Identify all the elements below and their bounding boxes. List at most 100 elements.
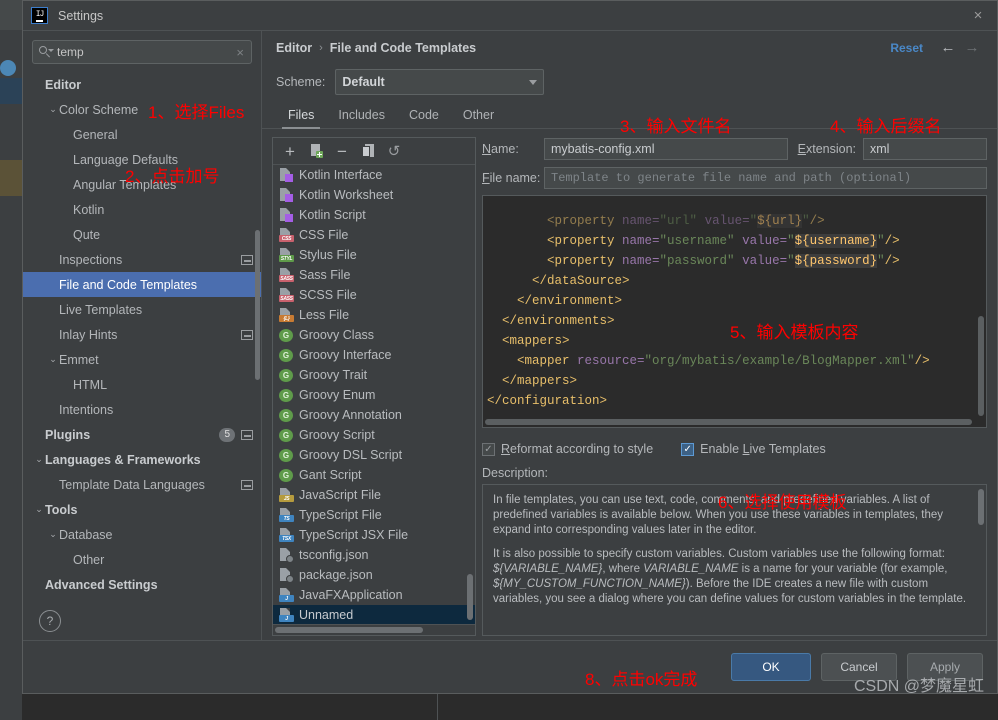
apply-button[interactable]: Apply bbox=[907, 653, 983, 681]
template-code-editor[interactable]: <property name="url" value="${url}"/> <p… bbox=[482, 195, 987, 428]
code-token: <property bbox=[547, 253, 615, 268]
template-list-hscrollbar[interactable] bbox=[273, 624, 475, 635]
template-list-item[interactable]: G Groovy Trait bbox=[273, 365, 475, 385]
template-list-item-label: CSS File bbox=[299, 228, 349, 242]
tab-other[interactable]: Other bbox=[451, 105, 506, 128]
template-list-item[interactable]: Kotlin Worksheet bbox=[273, 185, 475, 205]
sidebar-item-angular-templates[interactable]: Angular Templates bbox=[23, 172, 261, 197]
template-list-item[interactable]: G Groovy DSL Script bbox=[273, 445, 475, 465]
sidebar-item-other[interactable]: Other bbox=[23, 547, 261, 572]
cancel-button[interactable]: Cancel bbox=[821, 653, 897, 681]
hscrollbar-thumb[interactable] bbox=[275, 627, 423, 633]
sidebar-item-intentions[interactable]: Intentions bbox=[23, 397, 261, 422]
add-template-button[interactable]: + bbox=[279, 141, 301, 161]
tab-code[interactable]: Code bbox=[397, 105, 451, 128]
chevron-down-icon[interactable]: ⌄ bbox=[47, 530, 59, 539]
template-list-item[interactable]: Kotlin Interface bbox=[273, 165, 475, 185]
sidebar-item-editor[interactable]: Editor bbox=[23, 72, 261, 97]
sidebar-item-qute[interactable]: Qute bbox=[23, 222, 261, 247]
external-settings-icon[interactable] bbox=[241, 254, 253, 265]
chevron-down-icon[interactable]: ⌄ bbox=[33, 505, 45, 514]
sidebar-item-language-defaults[interactable]: Language Defaults bbox=[23, 147, 261, 172]
sidebar-item-inlay-hints[interactable]: Inlay Hints bbox=[23, 322, 261, 347]
extension-field[interactable]: xml bbox=[863, 138, 987, 160]
template-list-item[interactable]: SASS SCSS File bbox=[273, 285, 475, 305]
sidebar-item-html[interactable]: HTML bbox=[23, 372, 261, 397]
tab-includes[interactable]: Includes bbox=[326, 105, 397, 128]
sidebar-item-other-settings[interactable]: ⌄Other Settings bbox=[23, 597, 261, 602]
sidebar-item-database[interactable]: ⌄ Database bbox=[23, 522, 261, 547]
template-list-item[interactable]: tsconfig.json bbox=[273, 545, 475, 565]
sidebar-item-label: Intentions bbox=[59, 402, 114, 417]
sidebar-item-kotlin[interactable]: Kotlin bbox=[23, 197, 261, 222]
external-settings-icon[interactable] bbox=[241, 329, 253, 340]
sidebar-item-label: Language Defaults bbox=[73, 152, 178, 167]
code-token: /> bbox=[884, 233, 900, 248]
code-vertical-scrollbar[interactable] bbox=[978, 316, 984, 416]
template-list-item[interactable]: J JavaFXApplication bbox=[273, 585, 475, 605]
template-list-item[interactable]: G Groovy Class bbox=[273, 325, 475, 345]
reset-link[interactable]: Reset bbox=[890, 41, 923, 55]
back-arrow-icon[interactable]: ← bbox=[937, 39, 959, 56]
template-list-item[interactable]: SASS Sass File bbox=[273, 265, 475, 285]
sidebar-item-plugins[interactable]: Plugins 5 bbox=[23, 422, 261, 447]
chevron-down-icon[interactable]: ⌄ bbox=[33, 455, 45, 464]
sidebar-item-template-data-languages[interactable]: Template Data Languages bbox=[23, 472, 261, 497]
sidebar-item-emmet[interactable]: ⌄ Emmet bbox=[23, 347, 261, 372]
template-list-scrollbar[interactable] bbox=[467, 574, 473, 620]
chevron-down-icon[interactable]: ⌄ bbox=[47, 105, 59, 114]
code-token: /> bbox=[809, 213, 825, 228]
copy-template-button[interactable] bbox=[305, 141, 327, 161]
template-list-item[interactable]: G Groovy Script bbox=[273, 425, 475, 445]
name-field[interactable]: mybatis-config.xml bbox=[544, 138, 788, 160]
sidebar-item-inspections[interactable]: Inspections bbox=[23, 247, 261, 272]
external-settings-icon[interactable] bbox=[241, 479, 253, 490]
close-icon[interactable]: × bbox=[969, 7, 987, 25]
sidebar-item-general[interactable]: General bbox=[23, 122, 261, 147]
sidebar-item-file-and-code-templates[interactable]: File and Code Templates bbox=[23, 272, 261, 297]
template-editor-pane: Name: mybatis-config.xml Extension: xml … bbox=[482, 137, 987, 636]
sidebar-item-advanced-settings[interactable]: Advanced Settings bbox=[23, 572, 261, 597]
tab-files[interactable]: Files bbox=[276, 105, 326, 129]
template-list-item[interactable]: G Groovy Annotation bbox=[273, 405, 475, 425]
sidebar-scrollbar[interactable] bbox=[255, 230, 260, 380]
checkbox[interactable]: ✓ bbox=[681, 442, 695, 456]
help-icon[interactable]: ? bbox=[39, 610, 61, 632]
template-list-item[interactable]: CSS CSS File bbox=[273, 225, 475, 245]
template-list-item[interactable]: TS TypeScript File bbox=[273, 505, 475, 525]
external-settings-icon[interactable] bbox=[241, 429, 253, 440]
forward-arrow-icon[interactable]: → bbox=[961, 39, 983, 56]
search-input[interactable]: temp × bbox=[32, 40, 252, 64]
code-token: value= bbox=[697, 213, 750, 228]
sidebar-item-live-templates[interactable]: Live Templates bbox=[23, 297, 261, 322]
template-list-item[interactable]: G Groovy Interface bbox=[273, 345, 475, 365]
template-list-item[interactable]: TSX TypeScript JSX File bbox=[273, 525, 475, 545]
remove-template-button[interactable]: − bbox=[331, 141, 353, 161]
sidebar-item-color-scheme[interactable]: ⌄ Color Scheme bbox=[23, 97, 261, 122]
template-list-item[interactable]: JS JavaScript File bbox=[273, 485, 475, 505]
template-list-item[interactable]: G Groovy Enum bbox=[273, 385, 475, 405]
code-token: /> bbox=[884, 253, 900, 268]
template-list-item[interactable]: {L} Less File bbox=[273, 305, 475, 325]
sidebar-item-tools[interactable]: ⌄ Tools bbox=[23, 497, 261, 522]
template-list-toolbar: + − ↺ bbox=[273, 138, 475, 165]
code-token: " bbox=[749, 213, 758, 228]
ok-button[interactable]: OK bbox=[731, 653, 811, 681]
code-horizontal-scrollbar[interactable] bbox=[485, 419, 972, 425]
duplicate-template-button[interactable] bbox=[357, 141, 379, 161]
breadcrumb-parent[interactable]: Editor bbox=[276, 41, 312, 55]
sidebar-item-languages-frameworks[interactable]: ⌄ Languages & Frameworks bbox=[23, 447, 261, 472]
checkbox[interactable]: ✓ bbox=[482, 442, 495, 456]
template-list-item[interactable]: STYL Stylus File bbox=[273, 245, 475, 265]
reset-template-button[interactable]: ↺ bbox=[383, 141, 405, 161]
template-list-item[interactable]: package.json bbox=[273, 565, 475, 585]
template-list-item[interactable]: G Gant Script bbox=[273, 465, 475, 485]
template-list-item[interactable]: Kotlin Script bbox=[273, 205, 475, 225]
chevron-down-icon[interactable]: ⌄ bbox=[47, 355, 59, 364]
scheme-select[interactable]: Default bbox=[335, 69, 545, 95]
filename-field[interactable]: Template to generate file name and path … bbox=[544, 167, 987, 189]
template-list-item[interactable]: J Unnamed bbox=[273, 605, 475, 624]
description-scrollbar[interactable] bbox=[978, 489, 984, 525]
clear-search-icon[interactable]: × bbox=[234, 45, 246, 60]
